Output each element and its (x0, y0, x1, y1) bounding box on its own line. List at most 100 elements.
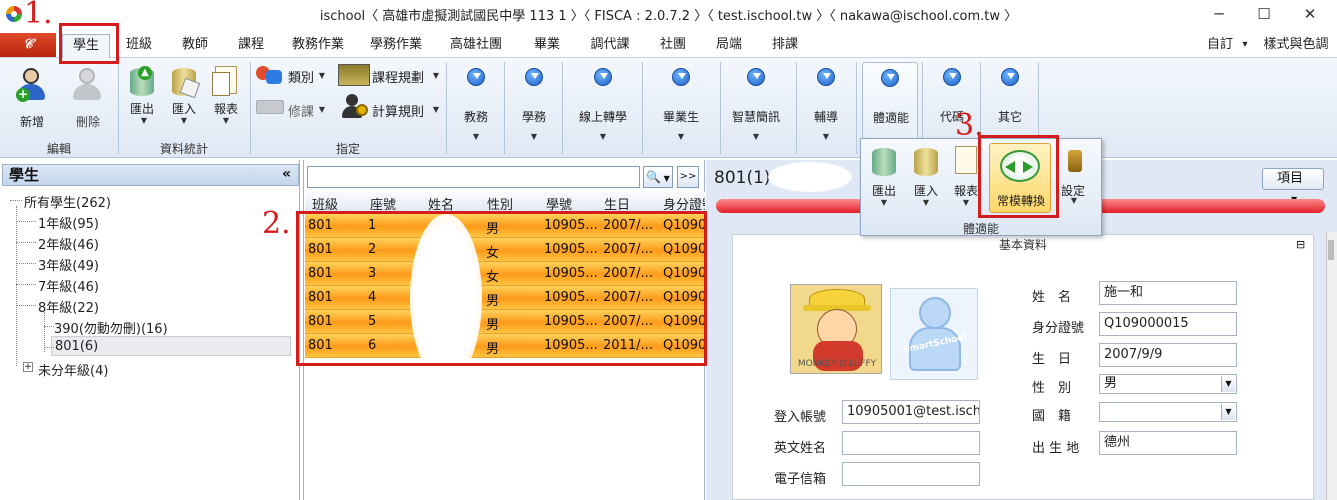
other-circle-icon (1001, 68, 1019, 86)
popup-import-button[interactable] (912, 146, 940, 178)
tree-connector (16, 284, 36, 285)
online-transfer-label: 線上轉學 (578, 110, 627, 124)
delete-student-button[interactable] (70, 68, 106, 112)
tree-grade-2[interactable]: 2年級(46) (38, 234, 99, 253)
add-student-button[interactable]: + (14, 68, 50, 112)
tree-class-801[interactable]: 801(6) (55, 339, 98, 354)
name-field[interactable]: 施一和 (1099, 281, 1237, 305)
gender-dropdown-icon[interactable]: ▼ (1221, 376, 1235, 392)
english-name-field[interactable] (842, 431, 980, 455)
birthplace-field[interactable]: 德州 (1099, 431, 1237, 455)
popup-report-dropdown-icon[interactable]: ▼ (958, 198, 974, 207)
course-plan-button[interactable]: 課程規劃 (372, 67, 424, 86)
fitness-circle-icon (881, 69, 899, 87)
code-circle-icon (943, 68, 961, 86)
english-name-label: 英文姓名 (774, 441, 827, 456)
annotation-number-1: 1. (24, 0, 53, 31)
popup-report-icon (955, 146, 977, 174)
title-redaction (768, 162, 852, 192)
detail-scrollbar[interactable] (1326, 232, 1337, 500)
popup-export-label: 匯出 (871, 184, 896, 198)
fitness-button[interactable]: 體適能 (862, 62, 918, 150)
search-input[interactable] (307, 166, 640, 188)
tree-class-390[interactable]: 390(勿動勿刪)(16) (54, 318, 168, 337)
search-icon: 🔍 (646, 170, 662, 184)
customize-menu[interactable]: 自訂 (1204, 34, 1236, 58)
category-button[interactable]: 類別 (288, 67, 314, 86)
course-plan-dropdown-icon[interactable]: ▼ (430, 71, 442, 80)
section-collapse-icon[interactable]: ⊟ (1296, 238, 1308, 251)
online-transfer-button[interactable]: 線上轉學 ▼ (566, 62, 640, 150)
fitness-label: 體適能 (872, 111, 909, 125)
popup-settings-dropdown-icon[interactable]: ▼ (1066, 196, 1082, 205)
popup-export-dropdown-icon[interactable]: ▼ (876, 198, 892, 207)
student-photo[interactable]: MONKEY D LUFFY (790, 284, 882, 374)
assign-group-label: 指定 (335, 142, 360, 156)
import-button[interactable] (170, 66, 201, 99)
popup-settings-button[interactable] (1062, 146, 1090, 174)
tab-kh-club[interactable]: 高雄社團 (440, 34, 512, 58)
tree-grade-7[interactable]: 7年級(46) (38, 276, 99, 295)
repair-course-dropdown-icon[interactable]: ▼ (316, 105, 328, 114)
group-divider (796, 62, 797, 154)
tree-all-students[interactable]: 所有學生(262) (24, 192, 111, 211)
login-account-field[interactable]: 10905001@test.ischool (842, 400, 980, 424)
tab-academic-ops[interactable]: 教務作業 (282, 34, 354, 58)
nationality-select[interactable] (1099, 402, 1237, 422)
calc-rule-dropdown-icon[interactable]: ▼ (430, 105, 442, 114)
tab-graduation[interactable]: 畢業 (522, 34, 572, 58)
left-panel-title: 學生 (2, 164, 299, 186)
student-affairs-button[interactable]: 學務 ▼ (508, 62, 560, 150)
tab-teacher[interactable]: 教師 (170, 34, 220, 58)
tab-student-affairs[interactable]: 學務作業 (360, 34, 432, 58)
tree-grade-1[interactable]: 1年級(95) (38, 213, 99, 232)
nationality-dropdown-icon[interactable]: ▼ (1221, 404, 1235, 420)
tree-grade-8[interactable]: 8年級(22) (38, 297, 99, 316)
tab-class[interactable]: 班級 (114, 34, 164, 58)
import-dropdown-icon[interactable]: ▼ (176, 116, 192, 125)
graduate-button[interactable]: 畢業生 ▼ (646, 62, 716, 150)
tab-course[interactable]: 課程 (226, 34, 276, 58)
style-theme-menu[interactable]: 樣式與色調 (1256, 34, 1336, 58)
items-dropdown-button[interactable]: 項目▼ (1262, 168, 1324, 204)
student-affairs-label: 學務 (521, 110, 546, 124)
popup-report-button[interactable] (952, 144, 980, 178)
minimize-button[interactable]: ─ (1197, 2, 1241, 26)
tab-substitute[interactable]: 調代課 (582, 34, 638, 58)
popup-import-icon (914, 148, 938, 176)
popup-export-button[interactable] (870, 146, 898, 178)
academic-button[interactable]: 教務 ▼ (450, 62, 502, 150)
tab-scheduling[interactable]: 排課 (760, 34, 810, 58)
category-dropdown-icon[interactable]: ▼ (316, 71, 328, 80)
search-button[interactable]: 🔍 ▼ (643, 166, 673, 188)
birthday-field[interactable]: 2007/9/9 (1099, 343, 1237, 367)
detail-scrollbar-thumb[interactable] (1328, 240, 1334, 260)
repair-course-button[interactable]: 修課 (288, 101, 314, 120)
next-page-button[interactable]: >> (677, 166, 699, 188)
counseling-button[interactable]: 輔導 ▼ (800, 62, 852, 150)
tab-bureau[interactable]: 局端 (704, 34, 754, 58)
file-menu-button[interactable]: 𝒞 (0, 33, 56, 57)
calc-rule-button[interactable]: 計算規則 (372, 101, 424, 120)
popup-import-dropdown-icon[interactable]: ▼ (918, 198, 934, 207)
report-dropdown-icon[interactable]: ▼ (218, 116, 234, 125)
maximize-button[interactable]: ☐ (1242, 2, 1286, 26)
tree-unassigned[interactable]: 未分年級(4) (38, 360, 108, 379)
id-number-field[interactable]: Q109000015 (1099, 312, 1237, 336)
gender-select[interactable]: 男 (1099, 374, 1237, 394)
course-plan-icon (338, 64, 370, 86)
export-dropdown-icon[interactable]: ▼ (136, 116, 152, 125)
collapse-panel-button[interactable]: « (282, 166, 296, 182)
graduate-circle-icon (672, 68, 690, 86)
tree-expand-icon[interactable]: + (23, 362, 33, 372)
student-photo-placeholder[interactable]: SmartSchool (890, 288, 978, 380)
report-button[interactable] (212, 64, 240, 98)
add-label: 新增 (19, 115, 44, 129)
export-button[interactable]: ▲ (128, 66, 156, 98)
tree-grade-3[interactable]: 3年級(49) (38, 255, 99, 274)
email-field[interactable] (842, 462, 980, 486)
smart-sms-button[interactable]: 智慧簡訊 ▼ (724, 62, 788, 150)
customize-dropdown-icon[interactable]: ▾ (1238, 34, 1252, 58)
tab-club[interactable]: 社團 (648, 34, 698, 58)
close-button[interactable]: ✕ (1288, 2, 1332, 26)
